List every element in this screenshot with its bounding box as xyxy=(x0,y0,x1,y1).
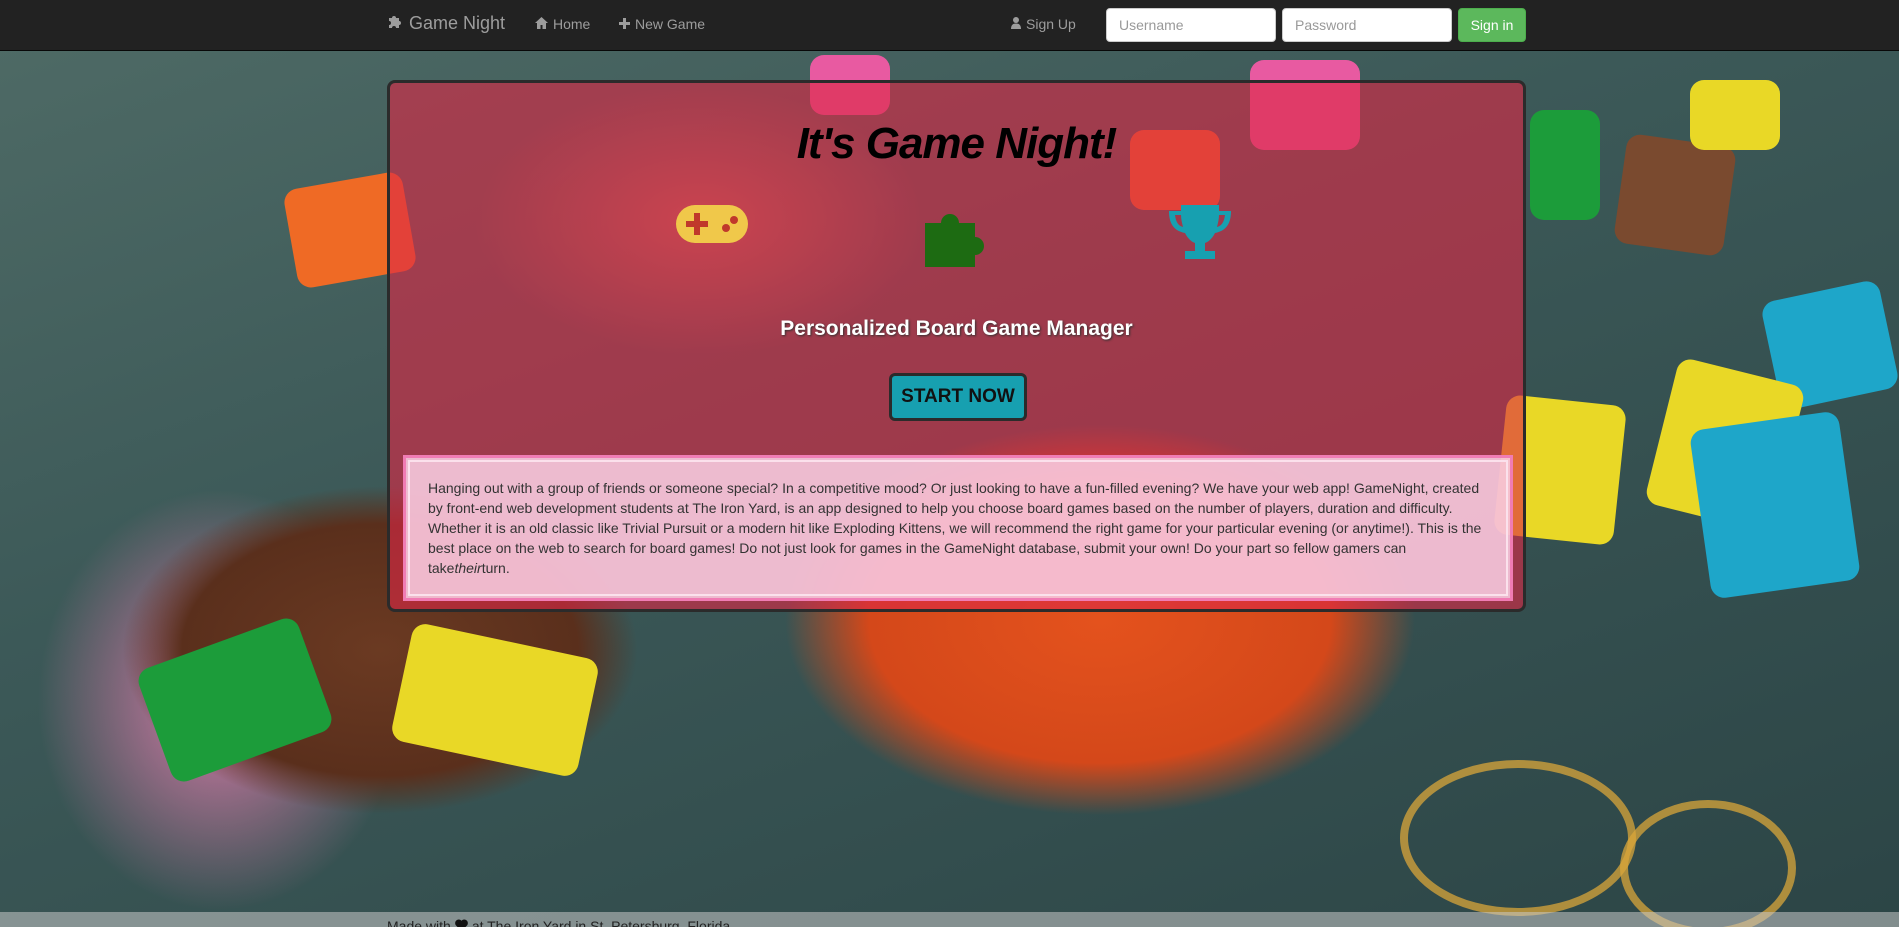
heart-icon xyxy=(454,918,468,927)
about-description: Hanging out with a group of friends or s… xyxy=(403,455,1513,601)
nav-new-game-label: New Game xyxy=(635,16,706,32)
plus-icon xyxy=(619,16,630,32)
footer-credit: Made with at The Iron Yard in St. Peters… xyxy=(387,918,730,927)
brand-label: Game Night xyxy=(409,13,506,33)
nav-home-link[interactable]: Home xyxy=(535,16,590,32)
nav-new-game-link[interactable]: New Game xyxy=(619,16,705,32)
footer: Made with at The Iron Yard in St. Peters… xyxy=(0,912,1899,927)
subtitle: Personalized Board Game Manager xyxy=(780,317,1133,340)
username-input[interactable] xyxy=(1106,8,1276,42)
nav-home-label: Home xyxy=(553,16,591,32)
sign-in-button[interactable]: Sign in xyxy=(1458,8,1526,42)
trophy-icon xyxy=(1165,201,1235,270)
password-input[interactable] xyxy=(1282,8,1452,42)
navbar: Game Night Home New Game Sign Up Sign in xyxy=(0,0,1899,51)
page-title: It's Game Night! xyxy=(796,119,1118,168)
brand-link[interactable]: Game Night xyxy=(387,13,505,34)
nav-sign-up-link[interactable]: Sign Up xyxy=(1011,16,1076,32)
hero-panel: It's Game Night! Personalized Board Game… xyxy=(387,80,1526,612)
about-text-end: turn. xyxy=(481,560,510,576)
puzzle-icon xyxy=(387,13,403,34)
footer-text-start: Made with xyxy=(387,918,451,927)
gamepad-icon xyxy=(674,201,750,252)
about-text-emphasis: their xyxy=(454,560,482,576)
home-icon xyxy=(535,16,548,32)
start-now-button[interactable]: START NOW xyxy=(889,373,1027,421)
about-text: Hanging out with a group of friends or s… xyxy=(428,480,1482,576)
nav-sign-up-label: Sign Up xyxy=(1026,16,1076,32)
puzzle-icon xyxy=(923,201,993,272)
user-icon xyxy=(1011,16,1021,32)
footer-text-end: at The Iron Yard in St. Petersburg, Flor… xyxy=(471,918,731,927)
